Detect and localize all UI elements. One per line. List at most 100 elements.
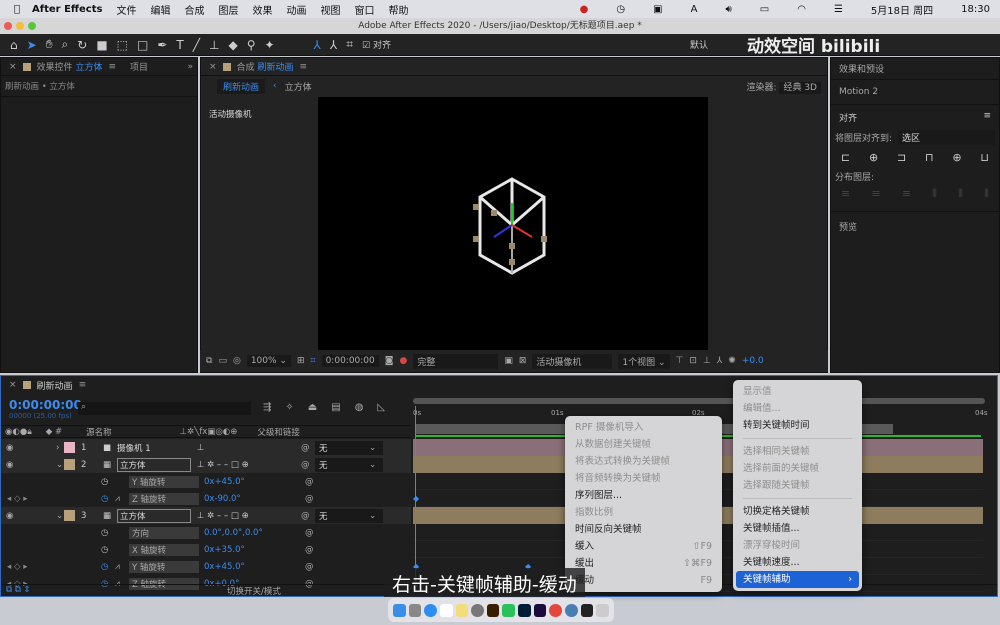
menu-layer[interactable]: 图层 xyxy=(218,2,238,17)
draft-3d-icon[interactable]: ✧ xyxy=(285,402,293,413)
apple-icon[interactable]:  xyxy=(14,4,20,15)
close-tab-icon[interactable]: × xyxy=(9,380,17,390)
close-window-button[interactable] xyxy=(4,22,12,30)
property-value[interactable]: 0x+35.0° xyxy=(199,545,305,555)
timeline-icon[interactable]: ⊡ xyxy=(689,356,697,366)
menu-file[interactable]: 文件 xyxy=(116,2,136,17)
label-color[interactable] xyxy=(64,510,75,521)
property-row[interactable]: ◷ X 轴旋转 0x+35.0° @ xyxy=(1,541,411,558)
tab-project[interactable]: 项目 xyxy=(130,60,148,73)
close-tab-icon[interactable]: × xyxy=(209,62,217,72)
align-vcenter-icon[interactable]: ⊕ xyxy=(952,151,961,164)
stopwatch-icon[interactable]: ◷ xyxy=(101,545,115,555)
chevron-down-icon[interactable]: ⌄ xyxy=(369,460,376,470)
menu-item[interactable]: 关键帧辅助 › xyxy=(736,571,859,588)
text-tool-icon[interactable]: T xyxy=(176,38,183,52)
tab-effect-controls[interactable]: 效果控件 立方体 xyxy=(37,60,103,73)
zoom-tool-icon[interactable]: ⌕ xyxy=(62,37,69,52)
graph-editor-icon[interactable]: ◺ xyxy=(377,402,385,413)
hand-tool-icon[interactable]: ✋︎ xyxy=(46,37,53,52)
motion2-header[interactable]: Motion 2 xyxy=(831,80,999,105)
layer-search-input[interactable]: ⌕ xyxy=(78,402,251,415)
minimize-window-button[interactable] xyxy=(16,22,24,30)
after-effects-icon[interactable] xyxy=(533,603,547,617)
layer-switches-toggle-icon[interactable]: ⧉ ⧉ ⇕ xyxy=(6,585,31,595)
eraser-tool-icon[interactable]: ◆ xyxy=(228,38,237,52)
menu-item[interactable]: 关键帧插值... xyxy=(733,520,862,537)
expression-pickwhip-icon[interactable]: @ xyxy=(305,562,314,572)
menu-item[interactable]: 漂浮穿梭时间 xyxy=(733,537,862,554)
panel-menu-icon[interactable]: ≡ xyxy=(79,380,87,390)
maximize-window-button[interactable] xyxy=(28,22,36,30)
close-tab-icon[interactable]: × xyxy=(9,62,17,72)
effects-presets-header[interactable]: 效果和预设 xyxy=(831,58,999,80)
property-row[interactable]: ◷ 方向 0.0°,0.0°,0.0° @ xyxy=(1,524,411,541)
brush-tool-icon[interactable]: ╱ xyxy=(193,38,200,52)
menu-effect[interactable]: 效果 xyxy=(252,2,272,17)
menu-item[interactable]: 选择跟随关键帧 xyxy=(733,477,862,494)
composition-viewer[interactable] xyxy=(318,97,708,350)
menu-item[interactable]: RPF 摄像机导入 xyxy=(565,419,722,436)
tab-timeline[interactable]: 刷新动画 xyxy=(37,379,73,392)
twirl-icon[interactable]: › xyxy=(56,443,64,453)
preview-header[interactable]: 预览 xyxy=(831,211,999,241)
layer-switches[interactable]: ⊥ ✲ – – □ ⊕ xyxy=(191,460,301,470)
stopwatch-icon[interactable]: ◷ xyxy=(101,477,115,487)
visibility-eye-icon[interactable]: ◉ xyxy=(6,443,56,453)
menu-item[interactable]: 缓入 ⇧F9 xyxy=(565,538,722,555)
zoom-dropdown[interactable]: 100% ⌄ xyxy=(246,355,291,367)
chrome-icon[interactable] xyxy=(549,603,563,617)
selection-tool-icon[interactable]: ➤ xyxy=(27,38,37,52)
menu-item[interactable]: 选择前面的关键帧 xyxy=(733,460,862,477)
layer-row[interactable]: ◉ › 1 ■ 摄像机 1 ⊥ @ 无 ⌄ xyxy=(1,439,411,456)
shy-layers-icon[interactable]: ⏏ xyxy=(308,402,317,413)
property-row[interactable]: ◂ ◇ ▸ ◷ ⩘ Z 轴旋转 0x-90.0° @ xyxy=(1,490,411,507)
menu-item[interactable]: 时间反向关键帧 xyxy=(565,521,722,538)
control-center-icon[interactable]: ☰ xyxy=(834,4,843,15)
grid-icon[interactable]: ⊞ xyxy=(297,356,305,366)
stopwatch-icon[interactable]: ◷ xyxy=(101,562,115,572)
property-value[interactable]: 0x-90.0° xyxy=(199,494,305,504)
layer-switches[interactable]: ⊥ xyxy=(191,443,301,453)
volume-icon[interactable]: 🔊︎ xyxy=(725,4,731,15)
keyframe-navigator[interactable]: ◂ ◇ ▸ xyxy=(1,494,101,504)
current-time[interactable]: 0:00:00:00 xyxy=(321,355,379,367)
menu-edit[interactable]: 编辑 xyxy=(150,2,170,17)
property-value[interactable]: 0x+45.0° xyxy=(199,562,305,572)
input-method-icon[interactable]: A xyxy=(691,4,698,15)
views-dropdown[interactable]: 1个视图 ⌄ xyxy=(618,353,670,369)
panel-menu-icon[interactable]: ≡ xyxy=(299,62,307,72)
work-area-navigator[interactable] xyxy=(413,398,985,404)
3d-view-icon[interactable]: ⊠ xyxy=(519,356,527,366)
renderer-button[interactable]: 经典 3D xyxy=(779,81,821,94)
layer-name[interactable]: 立方体 xyxy=(117,508,191,523)
align-bottom-icon[interactable]: ⊔ xyxy=(980,151,989,164)
menu-item[interactable]: 显示值 xyxy=(733,383,862,400)
world-axis-icon[interactable]: ⅄ xyxy=(330,38,337,52)
photoshop-icon[interactable] xyxy=(518,603,531,617)
menu-composition[interactable]: 合成 xyxy=(184,2,204,17)
menu-item[interactable]: 编辑值... xyxy=(733,400,862,417)
pickwhip-icon[interactable]: @ xyxy=(301,460,315,470)
panel-menu-icon[interactable]: ≡ xyxy=(983,111,991,124)
trash-icon[interactable] xyxy=(596,603,609,617)
align-to-dropdown[interactable]: 选区 xyxy=(898,130,995,145)
home-icon[interactable]: ⌂ xyxy=(10,38,18,52)
menu-item[interactable]: 将音频转换为关键帧 xyxy=(565,470,722,487)
camera-tool-icon[interactable]: ■ xyxy=(96,38,107,52)
keyframe[interactable]: ◆ xyxy=(413,494,419,503)
wifi-icon[interactable]: ◠ xyxy=(797,4,806,15)
finder-icon[interactable] xyxy=(393,603,406,617)
distribute-hcenter-icon[interactable]: ⦀ xyxy=(958,187,963,201)
property-value[interactable]: 0.0°,0.0°,0.0° xyxy=(199,528,305,538)
align-top-icon[interactable]: ⊓ xyxy=(925,151,934,164)
flowchart-icon[interactable]: ⅄ xyxy=(717,356,723,366)
label-color[interactable] xyxy=(64,442,75,453)
expand-icon[interactable]: » xyxy=(187,62,193,72)
calendar-icon[interactable] xyxy=(439,603,453,617)
wechat-icon[interactable] xyxy=(502,603,516,617)
pen-tool-icon[interactable]: ✒︎ xyxy=(157,38,167,52)
always-preview-icon[interactable]: ⧉ xyxy=(206,356,212,366)
menu-item[interactable]: 从数据创建关键帧 xyxy=(565,436,722,453)
rectangle-tool-icon[interactable]: □ xyxy=(137,38,148,52)
